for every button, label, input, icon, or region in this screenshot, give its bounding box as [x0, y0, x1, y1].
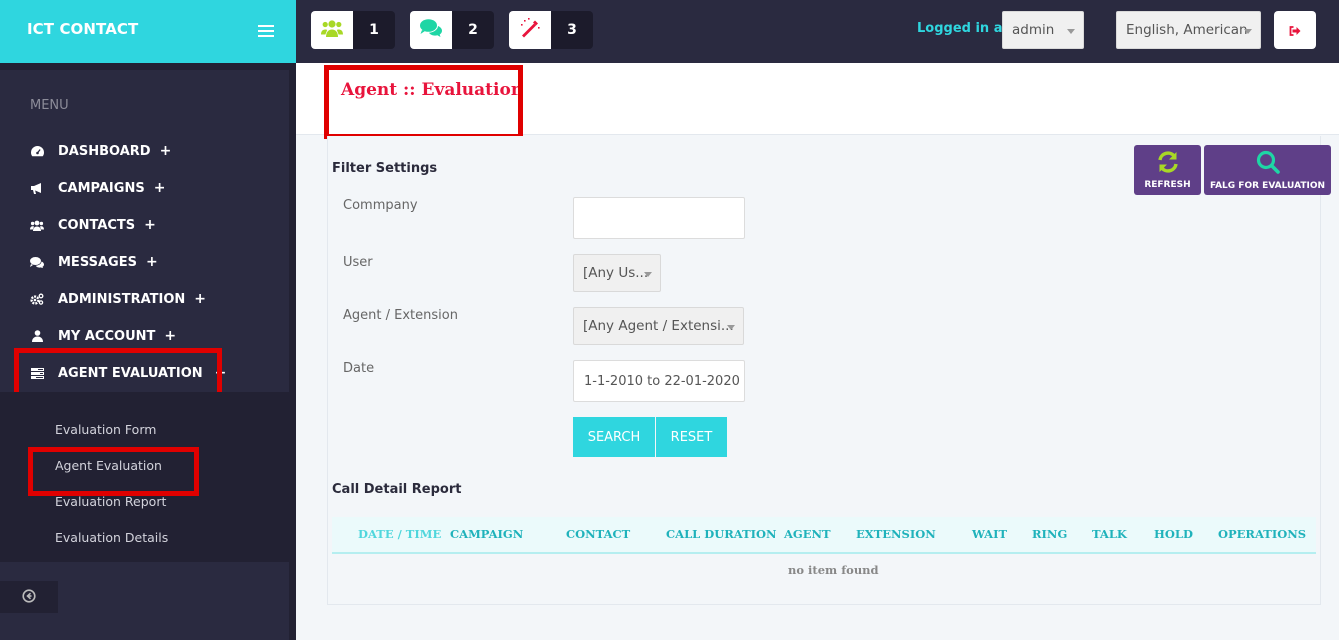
comments-icon	[30, 255, 44, 269]
user-filter-select[interactable]: [Any Us...	[573, 254, 661, 292]
chevron-down-icon	[727, 325, 735, 330]
sidebar-item-label: CAMPAIGNS	[58, 180, 145, 196]
column-header-call-duration[interactable]: CALL DURATION	[666, 527, 777, 541]
chevron-down-icon	[1067, 29, 1075, 34]
user-icon	[30, 329, 44, 343]
agent-extension-label: Agent / Extension	[343, 308, 458, 323]
expand-icon: +	[145, 254, 158, 270]
dashboard-icon	[30, 144, 44, 158]
badge-count: 3	[551, 11, 593, 49]
column-header-hold[interactable]: HOLD	[1154, 527, 1193, 541]
sidebar-item-agent-evaluation[interactable]: AGENT EVALUATION −	[30, 363, 226, 383]
agent-extension-select[interactable]: [Any Agent / Extensi...	[573, 307, 744, 345]
refresh-button[interactable]: REFRESH	[1134, 145, 1201, 195]
hamburger-menu-icon[interactable]	[258, 25, 274, 37]
user-filter-value: [Any Us...	[583, 265, 649, 281]
sidebar-item-label: AGENT EVALUATION	[58, 365, 203, 381]
sidebar-item-label: MY ACCOUNT	[58, 328, 156, 344]
filter-settings-title: Filter Settings	[332, 161, 438, 176]
chevron-down-icon	[1244, 29, 1252, 34]
column-header-agent[interactable]: AGENT	[784, 527, 831, 541]
comments-icon	[420, 19, 442, 41]
submenu-item-agent-evaluation[interactable]: Agent Evaluation	[55, 458, 162, 473]
column-header-talk[interactable]: TALK	[1092, 527, 1127, 541]
submenu-item-evaluation-form[interactable]: Evaluation Form	[55, 422, 156, 437]
date-label: Date	[343, 361, 375, 376]
refresh-icon	[1156, 150, 1180, 180]
sidebar-item-messages[interactable]: MESSAGES +	[30, 252, 158, 272]
tasks-icon	[30, 366, 44, 380]
brand-name: ICT CONTACT	[27, 20, 139, 38]
expand-icon: +	[159, 143, 172, 159]
badge-count: 1	[353, 11, 395, 49]
sidebar-item-contacts[interactable]: CONTACTS +	[30, 215, 156, 235]
sidebar-item-administration[interactable]: ADMINISTRATION +	[30, 289, 206, 309]
contacts-badge-button[interactable]: 1	[311, 11, 395, 49]
refresh-label: REFRESH	[1144, 179, 1191, 190]
sign-out-icon	[1289, 21, 1301, 40]
column-header-operations[interactable]: OPERATIONS	[1218, 527, 1306, 541]
users-icon	[30, 218, 44, 232]
sidebar-item-label: MESSAGES	[58, 254, 137, 270]
sidebar-item-label: DASHBOARD	[58, 143, 151, 159]
expand-icon: +	[194, 291, 207, 307]
empty-table-message: no item found	[788, 563, 879, 577]
column-header-extension[interactable]: EXTENSION	[856, 527, 936, 541]
column-header-campaign[interactable]: CAMPAIGN	[450, 527, 523, 541]
column-header-date-time[interactable]: DATE / TIME	[358, 527, 441, 541]
report-table-header: DATE / TIME CAMPAIGN CONTACT CALL DURATI…	[332, 517, 1316, 554]
logout-button[interactable]	[1274, 11, 1316, 49]
submenu-item-evaluation-report[interactable]: Evaluation Report	[55, 494, 166, 509]
collapse-icon: −	[214, 365, 227, 381]
sidebar-item-my-account[interactable]: MY ACCOUNT +	[30, 326, 176, 346]
flag-for-evaluation-label: FALG FOR EVALUATION	[1209, 180, 1326, 191]
collapse-sidebar-button[interactable]	[0, 581, 58, 613]
sidebar-item-campaigns[interactable]: CAMPAIGNS +	[30, 178, 165, 198]
language-select[interactable]: English, American	[1116, 11, 1261, 49]
expand-icon: +	[164, 328, 177, 344]
sidebar-item-label: CONTACTS	[58, 217, 136, 233]
cogs-icon	[30, 292, 44, 306]
magic-wand-icon	[520, 18, 540, 42]
tasks-badge-button[interactable]: 3	[509, 11, 593, 49]
company-input[interactable]	[573, 197, 745, 239]
sidebar-item-dashboard[interactable]: DASHBOARD +	[30, 141, 171, 161]
brand-header: ICT CONTACT	[0, 0, 296, 63]
page-title: Agent :: Evaluation	[341, 80, 524, 100]
language-select-value: English, American	[1126, 22, 1248, 38]
flag-for-evaluation-button[interactable]: FALG FOR EVALUATION	[1204, 145, 1331, 195]
sidebar-item-label: ADMINISTRATION	[58, 291, 186, 307]
user-label: User	[343, 255, 373, 270]
search-button[interactable]: SEARCH	[573, 417, 655, 457]
expand-icon: +	[144, 217, 156, 233]
call-detail-report-title: Call Detail Report	[332, 482, 462, 497]
arrow-circle-left-icon	[22, 588, 36, 607]
submenu-item-evaluation-details[interactable]: Evaluation Details	[55, 530, 168, 545]
search-icon	[1256, 150, 1280, 181]
user-select-value: admin	[1012, 22, 1055, 38]
agent-extension-value: [Any Agent / Extensi...	[583, 318, 734, 334]
chevron-down-icon	[644, 272, 652, 277]
column-header-wait[interactable]: WAIT	[972, 527, 1007, 541]
expand-icon: +	[153, 180, 166, 196]
reset-button[interactable]: RESET	[656, 417, 727, 457]
menu-label: MENU	[30, 98, 69, 113]
column-header-ring[interactable]: RING	[1032, 527, 1067, 541]
bullhorn-icon	[30, 181, 44, 195]
messages-badge-button[interactable]: 2	[410, 11, 494, 49]
badge-count: 2	[452, 11, 494, 49]
column-header-contact[interactable]: CONTACT	[566, 527, 630, 541]
users-icon	[321, 19, 343, 41]
user-select[interactable]: admin	[1002, 11, 1084, 49]
date-range-input[interactable]: 1-1-2010 to 22-01-2020	[573, 360, 745, 402]
company-label: Commpany	[343, 198, 418, 213]
